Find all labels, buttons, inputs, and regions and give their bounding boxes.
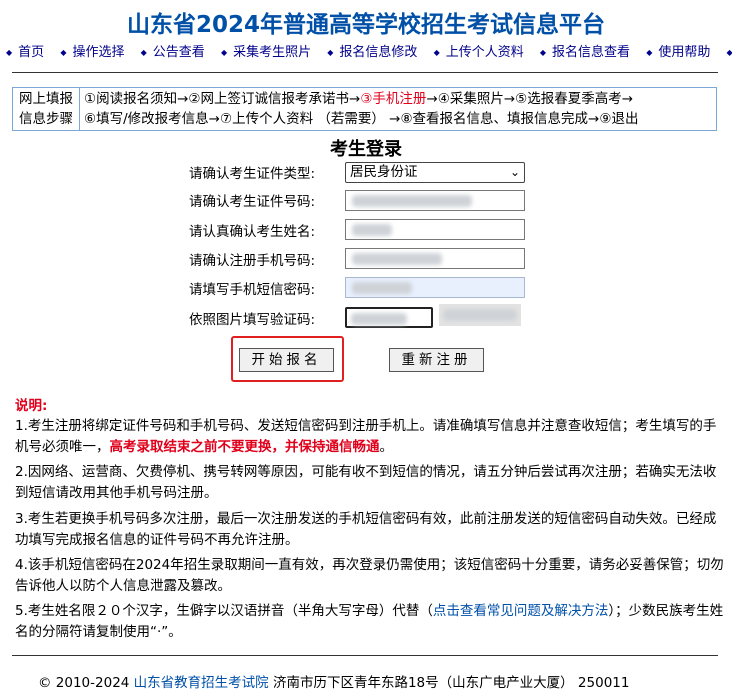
note-1: 1.考生注册将绑定证件号码和手机号码、发送短信密码到注册手机上。请准确填写信息并… xyxy=(15,416,727,458)
phone-input[interactable] xyxy=(345,248,525,269)
captcha-row: 依照图片填写验证码: xyxy=(189,306,345,330)
start-registration-button[interactable]: 开始报名 xyxy=(239,348,334,372)
page-title: 山东省2024年普通高等学校招生考试信息平台 xyxy=(0,5,732,39)
name-label: 请认真确认考生姓名: xyxy=(189,220,345,240)
redacted-value xyxy=(352,282,412,294)
nav-item-view[interactable]: ◆报名信息查看 xyxy=(540,45,636,60)
id-number-input[interactable] xyxy=(345,190,525,211)
login-title: 考生登录 xyxy=(0,135,732,161)
id-number-row: 请确认考生证件号码: xyxy=(189,188,345,212)
id-type-row: 请确认考生证件类型: xyxy=(189,160,345,184)
diamond-icon: ◆ xyxy=(540,48,546,57)
nav-item-notices[interactable]: ◆公告查看 xyxy=(141,45,211,60)
phone-row: 请确认注册手机号码: xyxy=(189,247,345,271)
id-type-select[interactable]: 居民身份证 ⌄ xyxy=(345,162,525,183)
sms-code-input[interactable] xyxy=(345,277,525,298)
redacted-value xyxy=(352,195,472,207)
nav-item-home[interactable]: ◆首页 xyxy=(6,45,50,60)
diamond-icon: ◆ xyxy=(60,48,66,57)
redacted-value xyxy=(352,224,392,236)
footer: © 2010-2024 山东省教育招生考试院 济南市历下区青年东路18号（山东广… xyxy=(38,671,629,691)
reregister-button[interactable]: 重新注册 xyxy=(389,348,484,372)
nav-item-modify[interactable]: ◆报名信息修改 xyxy=(327,45,423,60)
steps-text: ①阅读报名须知→②网上签订诚信报考承诺书→③手机注册→④采集照片→⑤选报春夏季高… xyxy=(80,88,716,130)
redacted-value xyxy=(352,253,442,265)
nav-item-logout[interactable]: ◆退出 xyxy=(727,45,732,60)
diamond-icon: ◆ xyxy=(434,48,440,57)
main-nav: ◆首页 ◆操作选择 ◆公告查看 ◆采集考生照片 ◆报名信息修改 ◆上传个人资料 … xyxy=(6,41,728,60)
id-type-label: 请确认考生证件类型: xyxy=(189,162,345,182)
diamond-icon: ◆ xyxy=(141,48,147,57)
nav-item-help[interactable]: ◆使用帮助 xyxy=(646,45,716,60)
org-link[interactable]: 山东省教育招生考试院 xyxy=(134,675,269,691)
note-3: 3.考生若更换手机号码多次注册，最后一次注册发送的手机短信密码有效，此前注册发送… xyxy=(15,509,727,551)
redacted-value xyxy=(351,313,407,325)
note-5: 5.考生姓名限２０个汉字，生僻字以汉语拼音（半角大写字母）代替（点击查看常见问题… xyxy=(15,601,727,643)
footer-divider xyxy=(12,655,718,656)
captcha-label: 依照图片填写验证码: xyxy=(189,308,345,328)
nav-item-operation[interactable]: ◆操作选择 xyxy=(60,45,130,60)
diamond-icon: ◆ xyxy=(221,48,227,57)
current-step: ③手机注册 xyxy=(360,91,426,107)
notes-heading: 说明: xyxy=(15,394,47,414)
steps-box: 网上填报 信息步骤 ①阅读报名须知→②网上签订诚信报考承诺书→③手机注册→④采集… xyxy=(12,87,717,131)
note-4: 4.该手机短信密码在2024年招生录取期间一直有效，再次登录仍需使用；该短信密码… xyxy=(15,555,727,597)
nav-item-photo[interactable]: ◆采集考生照片 xyxy=(221,45,317,60)
id-number-label: 请确认考生证件号码: xyxy=(189,190,345,210)
faq-link[interactable]: 点击查看常见问题及解决方法 xyxy=(433,603,609,619)
diamond-icon: ◆ xyxy=(646,48,652,57)
diamond-icon: ◆ xyxy=(6,48,12,57)
sms-label: 请填写手机短信密码: xyxy=(189,278,345,298)
phone-label: 请确认注册手机号码: xyxy=(189,249,345,269)
name-row: 请认真确认考生姓名: xyxy=(189,218,345,242)
steps-label: 网上填报 信息步骤 xyxy=(13,88,80,130)
note-2: 2.因网络、运营商、欠费停机、携号转网等原因，可能有收不到短信的情况，请五分钟后… xyxy=(15,462,727,504)
name-input[interactable] xyxy=(345,219,525,240)
diamond-icon: ◆ xyxy=(727,48,732,57)
captcha-image[interactable] xyxy=(439,304,521,326)
captcha-input[interactable] xyxy=(345,307,433,328)
chevron-down-icon: ⌄ xyxy=(510,163,520,182)
nav-item-upload[interactable]: ◆上传个人资料 xyxy=(434,45,530,60)
divider xyxy=(12,72,718,73)
sms-row: 请填写手机短信密码: xyxy=(189,276,345,300)
diamond-icon: ◆ xyxy=(327,48,333,57)
